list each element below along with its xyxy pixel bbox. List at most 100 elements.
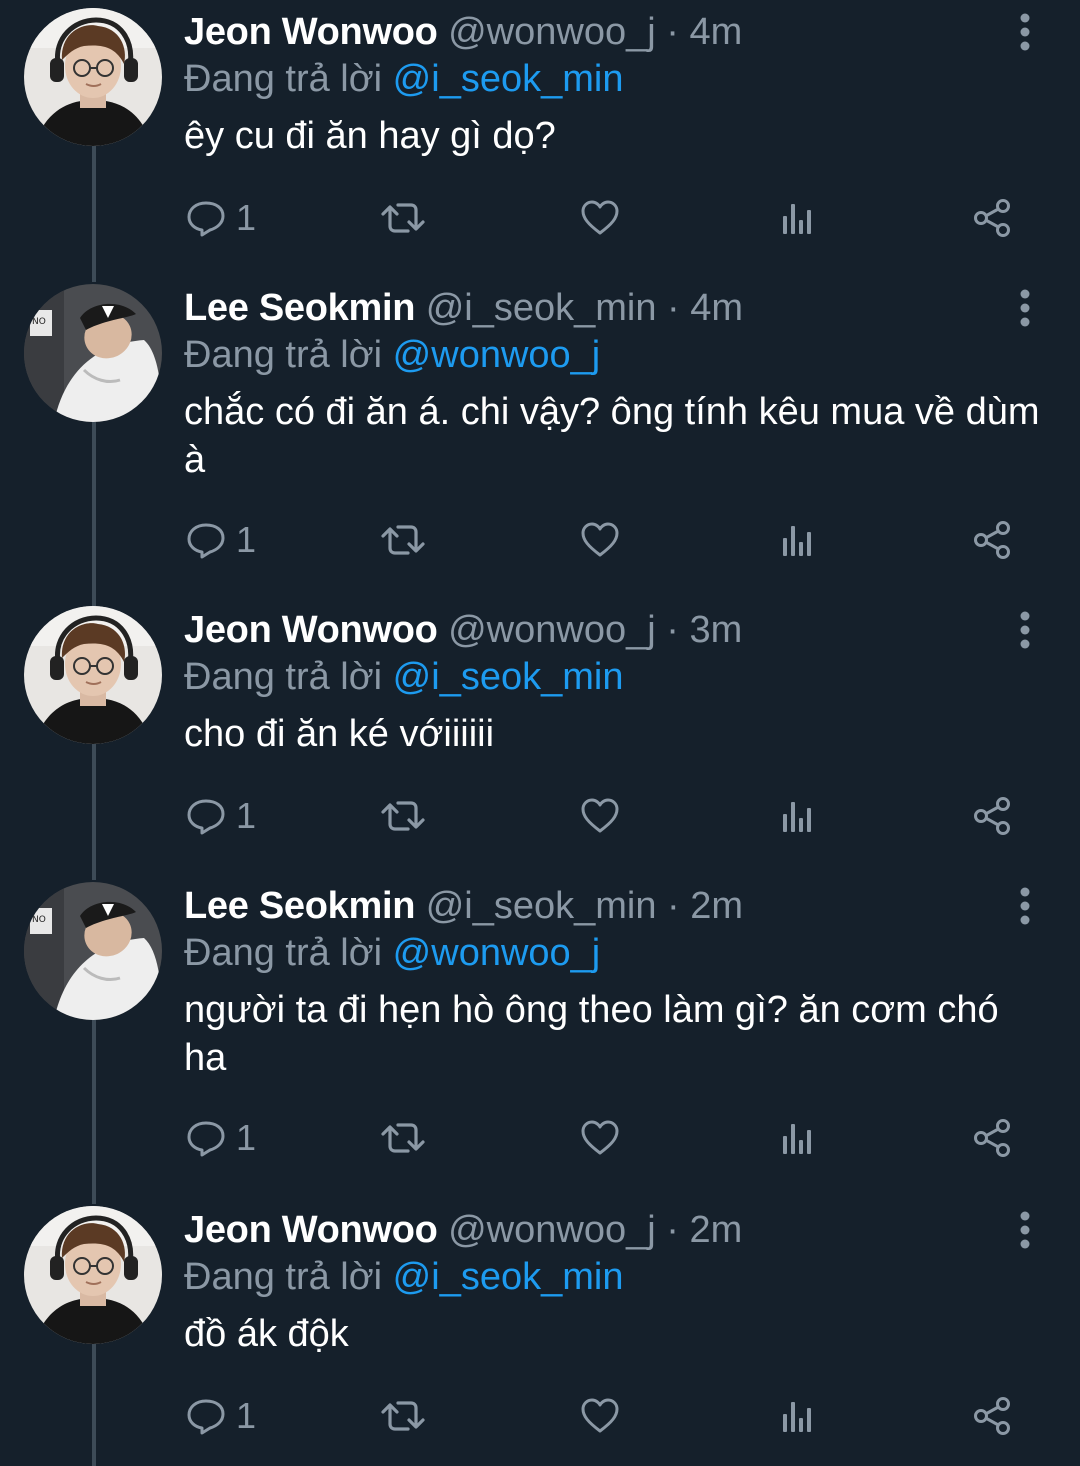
reply-icon: [186, 1396, 226, 1436]
tweet-text: cho đi ăn ké vớiiiiii: [184, 713, 495, 755]
more-options-button[interactable]: [1008, 886, 1042, 926]
avatar[interactable]: [24, 1206, 162, 1344]
retweet-button[interactable]: [380, 1114, 426, 1162]
timestamp[interactable]: 2m: [689, 1209, 742, 1251]
views-icon: [778, 796, 818, 836]
more-vertical-icon: [1008, 611, 1042, 654]
share-button[interactable]: [972, 1392, 1012, 1440]
retweet-icon: [380, 1118, 426, 1158]
tweet-text: người ta đi hẹn hò ông theo làm gì? ăn c…: [184, 989, 999, 1079]
views-button[interactable]: [778, 1392, 818, 1440]
author-name[interactable]: Jeon Wonwoo: [184, 1209, 438, 1251]
reply-count: 1: [236, 197, 257, 238]
tweet-header: Lee Seokmin @i_seok_min · 2m: [184, 880, 743, 932]
author-handle[interactable]: @wonwoo_j: [448, 609, 656, 651]
tweet-actions: 1: [180, 516, 1040, 564]
reply-mention-link[interactable]: @wonwoo_j: [393, 932, 601, 974]
views-button[interactable]: [778, 194, 818, 242]
reply-count: 1: [236, 519, 257, 560]
share-button[interactable]: [972, 792, 1012, 840]
views-button[interactable]: [778, 792, 818, 840]
tweet-text: êy cu đi ăn hay gì dọ?: [184, 115, 556, 157]
author-name[interactable]: Lee Seokmin: [184, 287, 415, 329]
retweet-button[interactable]: [380, 516, 426, 564]
tweet[interactable]: Jeon Wonwoo @wonwoo_j · 3m Đang trả lời …: [0, 598, 1080, 880]
views-button[interactable]: [778, 516, 818, 564]
tweet[interactable]: Jeon Wonwoo @wonwoo_j · 2m Đang trả lời …: [0, 1198, 1080, 1466]
like-button[interactable]: [580, 194, 620, 242]
reply-button[interactable]: 1: [186, 792, 256, 840]
replying-to: Đang trả lời @i_seok_min: [184, 54, 623, 104]
reply-mention-link[interactable]: @i_seok_min: [393, 58, 624, 100]
views-button[interactable]: [778, 1114, 818, 1162]
timestamp[interactable]: 4m: [689, 11, 742, 53]
author-name[interactable]: Jeon Wonwoo: [184, 11, 438, 53]
share-button[interactable]: [972, 1114, 1012, 1162]
reply-mention-link[interactable]: @i_seok_min: [393, 656, 624, 698]
retweet-icon: [380, 520, 426, 560]
views-icon: [778, 520, 818, 560]
timestamp[interactable]: 3m: [689, 609, 742, 651]
views-icon: [778, 1396, 818, 1436]
heart-icon: [580, 198, 620, 238]
more-vertical-icon: [1008, 13, 1042, 56]
share-icon: [972, 1396, 1012, 1436]
avatar[interactable]: NO: [24, 284, 162, 422]
like-button[interactable]: [580, 1392, 620, 1440]
share-button[interactable]: [972, 194, 1012, 242]
replying-to: Đang trả lời @i_seok_min: [184, 652, 623, 702]
author-handle[interactable]: @i_seok_min: [426, 287, 657, 329]
tweet[interactable]: Jeon Wonwoo @wonwoo_j · 4m Đang trả lời …: [0, 0, 1080, 282]
avatar[interactable]: NO: [24, 882, 162, 1020]
share-button[interactable]: [972, 516, 1012, 564]
separator-dot: ·: [667, 885, 680, 927]
author-handle[interactable]: @i_seok_min: [426, 885, 657, 927]
reply-button[interactable]: 1: [186, 1114, 256, 1162]
avatar[interactable]: [24, 606, 162, 744]
timestamp[interactable]: 2m: [690, 885, 743, 927]
thread-connector-line: [92, 1020, 96, 1204]
like-button[interactable]: [580, 516, 620, 564]
more-vertical-icon: [1008, 887, 1042, 930]
author-handle[interactable]: @wonwoo_j: [448, 1209, 656, 1251]
reply-icon: [186, 1118, 226, 1158]
author-name[interactable]: Lee Seokmin: [184, 885, 415, 927]
reply-button[interactable]: 1: [186, 194, 256, 242]
tweet-actions: 1: [180, 194, 1040, 242]
tweet-header: Lee Seokmin @i_seok_min · 4m: [184, 282, 743, 334]
views-icon: [778, 1118, 818, 1158]
more-options-button[interactable]: [1008, 12, 1042, 52]
like-button[interactable]: [580, 1114, 620, 1162]
share-icon: [972, 198, 1012, 238]
timestamp[interactable]: 4m: [690, 287, 743, 329]
separator-dot: ·: [666, 11, 679, 53]
reply-icon: [186, 520, 226, 560]
thread-connector-line: [92, 744, 96, 880]
author-handle[interactable]: @wonwoo_j: [448, 11, 656, 53]
reply-mention-link[interactable]: @wonwoo_j: [393, 334, 601, 376]
reply-button[interactable]: 1: [186, 516, 256, 564]
retweet-icon: [380, 796, 426, 836]
like-button[interactable]: [580, 792, 620, 840]
views-icon: [778, 198, 818, 238]
more-options-button[interactable]: [1008, 288, 1042, 328]
author-name[interactable]: Jeon Wonwoo: [184, 609, 438, 651]
tweet[interactable]: NO Lee Seokmin @i_seok_min · 4m Đang trả…: [0, 276, 1080, 606]
tweet[interactable]: NO Lee Seokmin @i_seok_min · 2m Đang trả…: [0, 874, 1080, 1204]
heart-icon: [580, 1118, 620, 1158]
more-options-button[interactable]: [1008, 610, 1042, 650]
replying-to-label: Đang trả lời: [184, 1256, 393, 1298]
share-icon: [972, 520, 1012, 560]
replying-to-label: Đang trả lời: [184, 334, 393, 376]
avatar[interactable]: [24, 8, 162, 146]
reply-button[interactable]: 1: [186, 1392, 256, 1440]
reply-mention-link[interactable]: @i_seok_min: [393, 1256, 624, 1298]
more-options-button[interactable]: [1008, 1210, 1042, 1250]
retweet-button[interactable]: [380, 1392, 426, 1440]
thread-connector-line: [92, 422, 96, 606]
more-vertical-icon: [1008, 1211, 1042, 1254]
retweet-button[interactable]: [380, 792, 426, 840]
share-icon: [972, 1118, 1012, 1158]
tweet-header: Jeon Wonwoo @wonwoo_j · 4m: [184, 6, 742, 58]
retweet-button[interactable]: [380, 194, 426, 242]
